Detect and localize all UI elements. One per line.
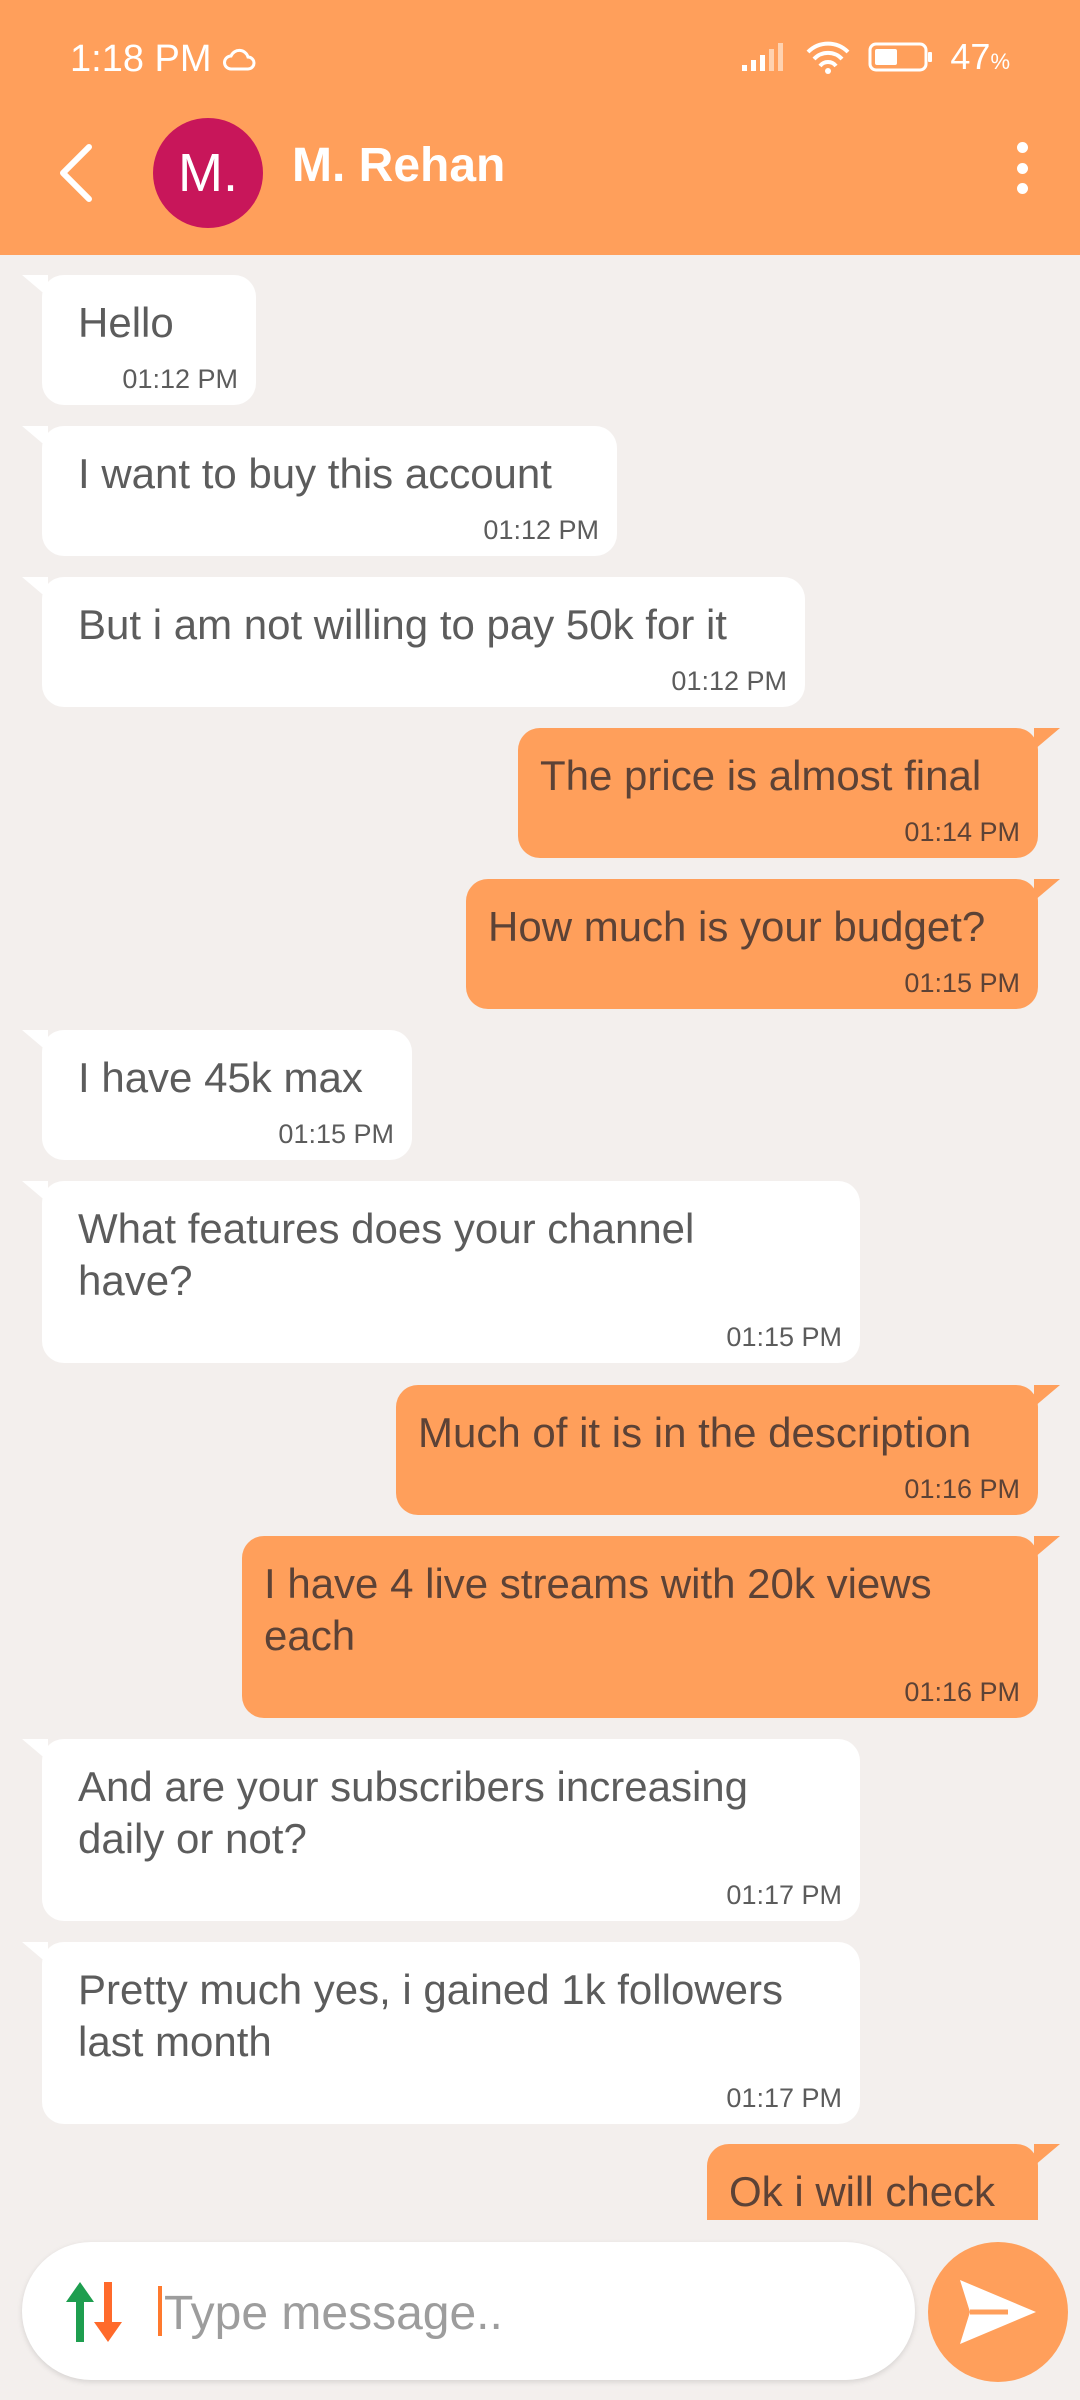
message-input[interactable] [162, 2264, 886, 2362]
message-time: 01:14 PM [904, 817, 1020, 847]
signal-icon [742, 43, 784, 71]
send-icon [960, 2280, 1036, 2344]
app-header: 1:18 PM 47% M. M. Rehan [0, 0, 1080, 255]
message-text: But i am not willing to pay 50k for it [78, 601, 727, 648]
message-time: 01:16 PM [904, 1474, 1020, 1504]
message-text: Pretty much yes, i gained 1k followers l… [78, 1966, 783, 2065]
cloud-icon [222, 48, 256, 70]
send-button[interactable] [928, 2242, 1068, 2382]
keyboard-switch-icon[interactable] [58, 2276, 130, 2348]
status-icons: 47% [740, 36, 1010, 78]
back-button[interactable] [45, 135, 105, 210]
message-text: Hello [78, 299, 174, 346]
message-text: What features does your channel have? [78, 1205, 695, 1304]
contact-avatar[interactable]: M. [153, 118, 263, 228]
message-text: How much is your budget? [488, 903, 986, 950]
message-text: And are your subscribers increasing dail… [78, 1763, 748, 1862]
message-incoming[interactable]: I want to buy this account 01:12 PM [22, 426, 617, 556]
message-text: I have 45k max [78, 1054, 363, 1101]
message-outgoing[interactable]: How much is your budget? 01:15 PM [466, 879, 1060, 1009]
message-text: I want to buy this account [78, 450, 552, 497]
message-time: 01:15 PM [904, 968, 1020, 998]
message-outgoing[interactable]: Ok i will check [707, 2144, 1060, 2220]
message-time: 01:16 PM [904, 1677, 1020, 1707]
clock-text: 1:18 PM [70, 38, 212, 80]
back-arrow-icon [60, 143, 92, 202]
message-incoming[interactable]: I have 45k max 01:15 PM [22, 1030, 412, 1160]
wifi-icon [806, 41, 850, 74]
contact-name[interactable]: M. Rehan [292, 138, 505, 193]
more-options-button[interactable] [1002, 138, 1042, 198]
message-incoming[interactable]: What features does your channel have? 01… [22, 1181, 860, 1363]
message-incoming[interactable]: Hello 01:12 PM [22, 275, 256, 405]
message-incoming[interactable]: And are your subscribers increasing dail… [22, 1739, 860, 1921]
message-text: I have 4 live streams with 20k views eac… [264, 1560, 932, 1659]
message-time: 01:12 PM [122, 364, 238, 394]
message-composer[interactable] [22, 2242, 915, 2380]
battery-percent: 47% [950, 36, 1010, 77]
message-incoming[interactable]: But i am not willing to pay 50k for it 0… [22, 577, 805, 707]
message-text: The price is almost final [540, 752, 982, 799]
message-time: 01:12 PM [671, 666, 787, 696]
message-outgoing[interactable]: Much of it is in the description 01:16 P… [396, 1385, 1060, 1515]
message-incoming[interactable]: Pretty much yes, i gained 1k followers l… [22, 1942, 860, 2124]
status-bar-time: 1:18 PM [70, 38, 256, 81]
message-time: 01:17 PM [726, 2083, 842, 2113]
message-time: 01:12 PM [483, 515, 599, 545]
message-text: Much of it is in the description [418, 1409, 972, 1456]
message-text: Ok i will check [729, 2168, 996, 2215]
message-time: 01:17 PM [726, 1880, 842, 1910]
message-list[interactable]: Hello 01:12 PM I want to buy this accoun… [0, 255, 1080, 2220]
message-time: 01:15 PM [726, 1322, 842, 1352]
message-outgoing[interactable]: The price is almost final 01:14 PM [518, 728, 1060, 858]
battery-icon [868, 42, 933, 72]
message-time: 01:15 PM [278, 1119, 394, 1149]
message-outgoing[interactable]: I have 4 live streams with 20k views eac… [242, 1536, 1060, 1718]
more-vert-icon [1016, 142, 1028, 153]
